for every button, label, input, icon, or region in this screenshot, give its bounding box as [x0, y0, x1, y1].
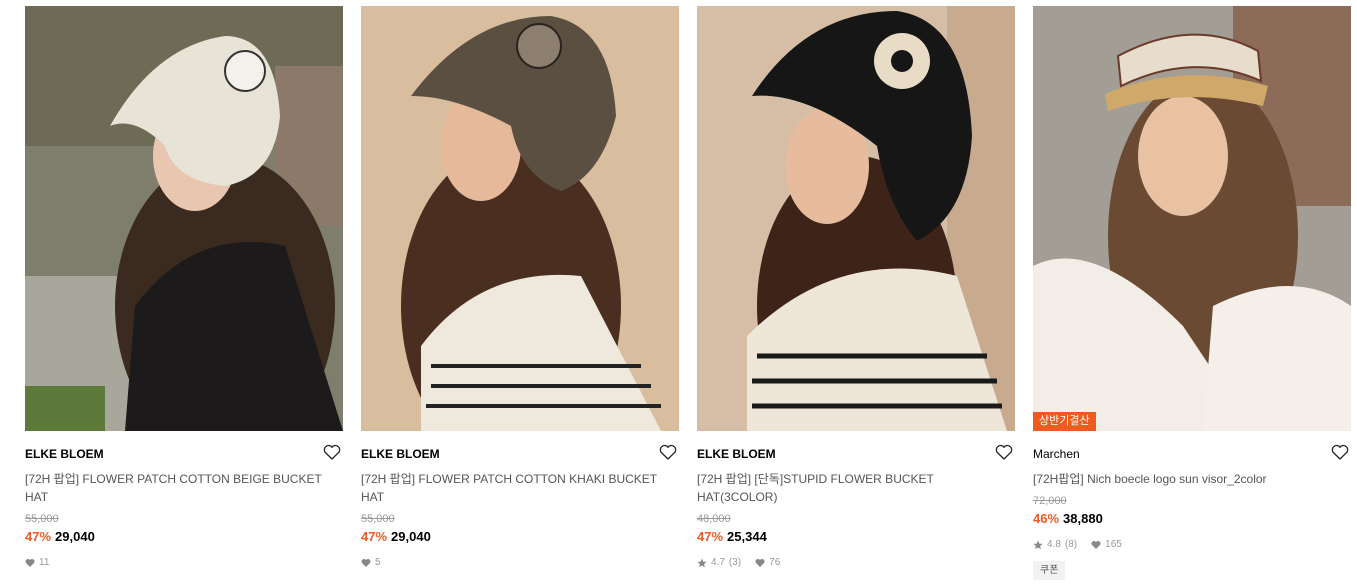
discount-rate: 47% — [361, 529, 388, 544]
like-count: 165 — [1105, 539, 1122, 550]
product-card[interactable]: ELKE BLOEM [72H 팝업] FLOWER PATCH COTTON … — [25, 6, 343, 580]
product-image[interactable] — [25, 6, 343, 431]
heart-filled-icon — [25, 559, 35, 567]
product-title[interactable]: [72H 팝업] FLOWER PATCH COTTON KHAKI BUCKE… — [361, 470, 666, 506]
original-price: 48,000 — [697, 513, 731, 525]
product-card[interactable]: ELKE BLOEM [72H 팝업] [단독]STUPID FLOWER BU… — [697, 6, 1015, 580]
price-line: 47% 29,040 — [361, 529, 679, 545]
khaki-bucket-hat-photo — [361, 6, 679, 431]
product-card[interactable]: ELKE BLOEM [72H 팝업] FLOWER PATCH COTTON … — [361, 6, 679, 580]
product-info: ELKE BLOEM [72H 팝업] FLOWER PATCH COTTON … — [361, 431, 679, 569]
heart-filled-icon — [361, 559, 371, 567]
black-knit-flower-bucket-hat-photo — [697, 6, 1015, 431]
product-title[interactable]: [72H 팝업] [단독]STUPID FLOWER BUCKET HAT(3C… — [697, 470, 1002, 506]
price-line: 46% 38,880 — [1033, 511, 1351, 527]
like-count: 5 — [375, 557, 381, 568]
heart-icon[interactable] — [995, 444, 1013, 460]
product-meta: 11 — [25, 557, 343, 569]
product-image[interactable] — [361, 6, 679, 431]
heart-filled-icon — [1091, 541, 1101, 549]
like-count: 76 — [769, 557, 781, 568]
straw-sun-visor-photo — [1033, 6, 1351, 431]
sale-price: 25,344 — [727, 529, 767, 544]
discount-rate: 47% — [697, 529, 724, 544]
heart-icon[interactable] — [659, 444, 677, 460]
heart-filled-icon — [755, 559, 765, 567]
product-meta: 5 — [361, 557, 679, 569]
product-title[interactable]: [72H 팝업] FLOWER PATCH COTTON BEIGE BUCKE… — [25, 470, 330, 506]
price-line: 47% 25,344 — [697, 529, 1015, 545]
like-count: 11 — [39, 557, 50, 568]
sale-price: 38,880 — [1063, 511, 1103, 526]
star-icon — [1033, 540, 1043, 550]
promo-badge: 상반기결산 — [1033, 412, 1096, 431]
brand-name[interactable]: ELKE BLOEM — [25, 447, 343, 461]
coupon-tag: 쿠폰 — [1033, 561, 1066, 580]
product-grid: ELKE BLOEM [72H 팝업] FLOWER PATCH COTTON … — [25, 6, 1351, 580]
discount-rate: 47% — [25, 529, 52, 544]
original-price: 55,000 — [361, 513, 395, 525]
heart-icon[interactable] — [323, 444, 341, 460]
sale-price: 29,040 — [391, 529, 431, 544]
original-price: 55,000 — [25, 513, 59, 525]
product-image[interactable]: 상반기결산 — [1033, 6, 1351, 431]
product-info: ELKE BLOEM [72H 팝업] [단독]STUPID FLOWER BU… — [697, 431, 1015, 569]
review-count: (3) — [728, 557, 742, 568]
original-price: 72,000 — [1033, 495, 1067, 507]
beige-bucket-hat-photo — [25, 6, 343, 431]
rating-value: 4.7 — [711, 557, 725, 568]
product-image[interactable] — [697, 6, 1015, 431]
product-meta: 4.8 (8) 165 — [1033, 539, 1351, 551]
product-info: ELKE BLOEM [72H 팝업] FLOWER PATCH COTTON … — [25, 431, 343, 569]
brand-name[interactable]: ELKE BLOEM — [697, 447, 1015, 461]
product-meta: 4.7 (3) 76 — [697, 557, 1015, 569]
product-card[interactable]: 상반기결산 Marchen [72H팝업] Nich boecle logo s… — [1033, 6, 1351, 580]
discount-rate: 46% — [1033, 511, 1060, 526]
rating-value: 4.8 — [1047, 539, 1061, 550]
brand-name[interactable]: Marchen — [1033, 447, 1351, 461]
star-icon — [697, 558, 707, 568]
heart-icon[interactable] — [1331, 444, 1349, 460]
brand-name[interactable]: ELKE BLOEM — [361, 447, 679, 461]
product-info: Marchen [72H팝업] Nich boecle logo sun vis… — [1033, 431, 1351, 580]
sale-price: 29,040 — [55, 529, 95, 544]
review-count: (8) — [1064, 539, 1078, 550]
price-line: 47% 29,040 — [25, 529, 343, 545]
